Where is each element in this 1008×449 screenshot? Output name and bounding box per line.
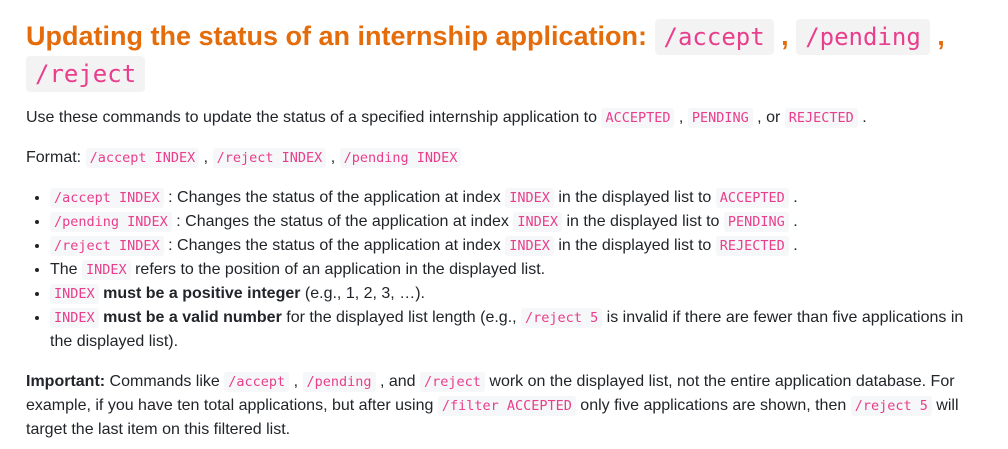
item-text: The	[50, 261, 83, 278]
note-text: , and	[375, 373, 421, 390]
note-code: /pending	[302, 372, 376, 392]
note-text: only five applications are shown, then	[575, 397, 851, 414]
item-text: in the displayed list to	[553, 189, 716, 206]
index-code: INDEX	[513, 212, 562, 232]
list-item: INDEX must be a valid number for the dis…	[50, 306, 982, 354]
format-reject-code: /reject INDEX	[212, 148, 327, 168]
item-text: .	[788, 189, 798, 206]
list-item: The INDEX refers to the position of an a…	[50, 258, 982, 282]
index-code: INDEX	[50, 308, 99, 328]
important-label: Important:	[26, 373, 106, 390]
format-separator: ,	[199, 149, 213, 166]
status-code: ACCEPTED	[715, 188, 789, 208]
item-text: (e.g., 1, 2, 3, …).	[300, 285, 425, 302]
item-text: .	[788, 237, 798, 254]
example-code: /reject 5	[521, 308, 603, 328]
format-separator: ,	[326, 149, 340, 166]
intro-text: .	[857, 109, 867, 126]
item-text: .	[788, 213, 798, 230]
list-item: /pending INDEX : Changes the status of t…	[50, 210, 982, 234]
intro-text: ,	[674, 109, 688, 126]
heading-cmd-accept: /accept	[654, 19, 774, 55]
intro-text: Use these commands to update the status …	[26, 109, 602, 126]
note-code: /reject	[420, 372, 485, 392]
format-accept-code: /accept INDEX	[85, 148, 200, 168]
list-item: INDEX must be a positive integer (e.g., …	[50, 282, 982, 306]
note-text: ,	[289, 373, 303, 390]
command-code: /reject INDEX	[50, 236, 164, 256]
format-paragraph: Format: /accept INDEX , /reject INDEX , …	[26, 146, 982, 170]
status-accepted-code: ACCEPTED	[601, 108, 675, 128]
section-heading: Updating the status of an internship app…	[26, 18, 982, 92]
note-code: /filter ACCEPTED	[437, 396, 576, 416]
status-code: REJECTED	[715, 236, 789, 256]
item-text: in the displayed list to	[553, 237, 716, 254]
item-text: for the displayed list length (e.g.,	[281, 309, 522, 326]
status-rejected-code: REJECTED	[784, 108, 858, 128]
heading-cmd-pending: /pending	[796, 19, 930, 55]
note-text: Commands like	[105, 373, 225, 390]
command-code: /accept INDEX	[50, 188, 164, 208]
format-pending-code: /pending INDEX	[339, 148, 462, 168]
note-code: /reject 5	[850, 396, 932, 416]
format-label: Format:	[26, 149, 86, 166]
index-code: INDEX	[505, 236, 554, 256]
important-note: Important: Commands like /accept , /pend…	[26, 370, 982, 442]
item-text: : Changes the status of the application …	[163, 189, 506, 206]
index-code: INDEX	[50, 284, 99, 304]
heading-text: Updating the status of an internship app…	[26, 21, 655, 51]
doc-section: Updating the status of an internship app…	[0, 0, 1008, 442]
item-text: refers to the position of an application…	[130, 261, 546, 278]
status-pending-code: PENDING	[687, 108, 753, 128]
status-code: PENDING	[723, 212, 789, 232]
index-code: INDEX	[505, 188, 554, 208]
command-code: /pending INDEX	[50, 212, 172, 232]
list-item: /accept INDEX : Changes the status of th…	[50, 186, 982, 210]
heading-separator: ,	[929, 21, 945, 51]
intro-paragraph: Use these commands to update the status …	[26, 106, 982, 130]
intro-text: , or	[752, 109, 785, 126]
item-text: : Changes the status of the application …	[171, 213, 514, 230]
index-code: INDEX	[82, 260, 131, 280]
item-text: in the displayed list to	[562, 213, 724, 230]
details-list: /accept INDEX : Changes the status of th…	[26, 186, 982, 354]
emphasis-text: must be a valid number	[98, 309, 282, 326]
emphasis-text: must be a positive integer	[98, 285, 301, 302]
note-code: /accept	[224, 372, 290, 392]
item-text: : Changes the status of the application …	[163, 237, 506, 254]
list-item: /reject INDEX : Changes the status of th…	[50, 234, 982, 258]
heading-separator: ,	[773, 21, 797, 51]
heading-cmd-reject: /reject	[26, 56, 146, 92]
